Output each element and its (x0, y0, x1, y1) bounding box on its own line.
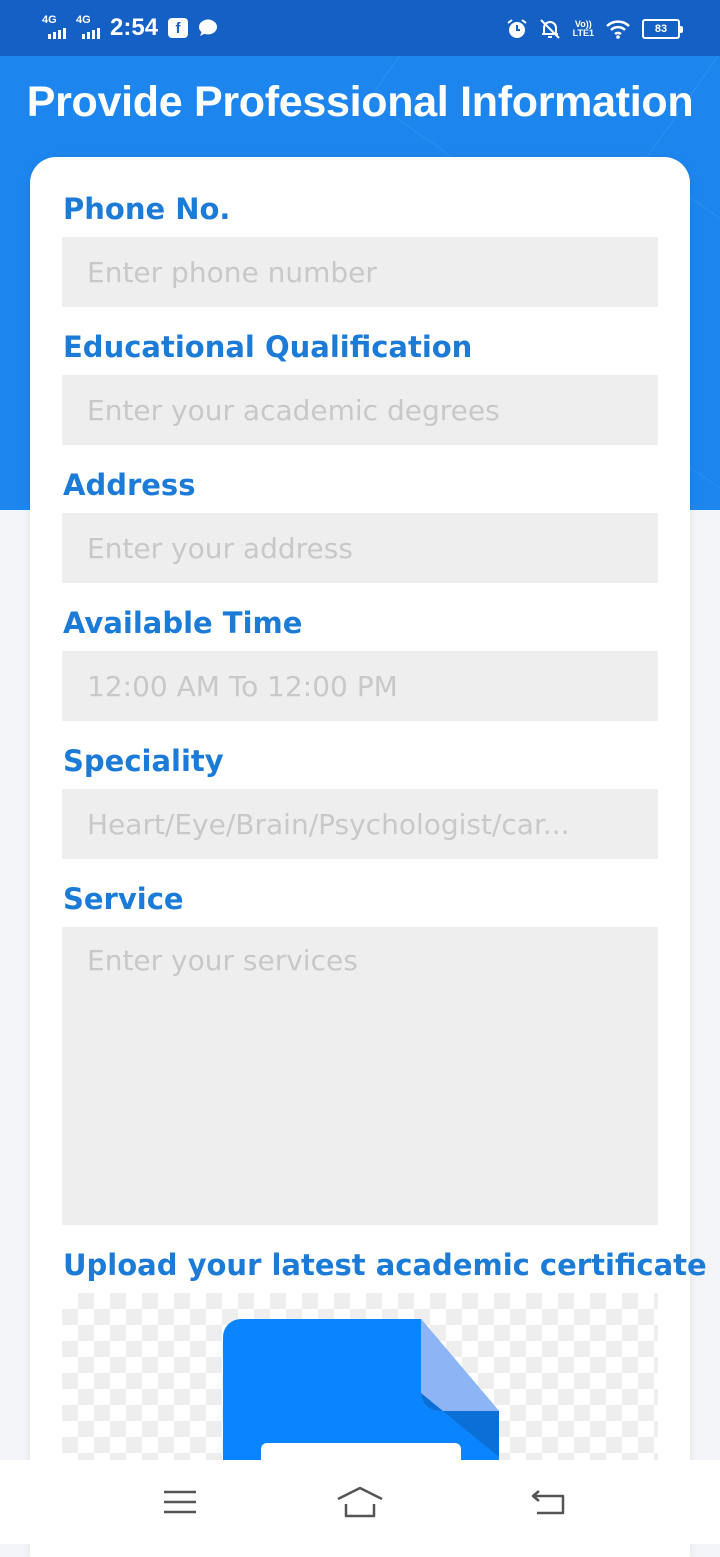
service-label: Service (63, 882, 184, 916)
message-icon (199, 19, 218, 36)
facebook-icon: f (168, 18, 189, 38)
menu-icon (164, 1490, 196, 1514)
education-input[interactable] (62, 375, 658, 445)
form-card: Phone No. Educational Qualification Addr… (30, 157, 707, 1557)
back-icon (531, 1490, 565, 1515)
address-label: Address (63, 468, 196, 502)
home-icon (337, 1486, 383, 1518)
alarm-icon (507, 19, 527, 38)
phone-input[interactable] (62, 237, 658, 307)
network-type: 4G (42, 14, 57, 26)
signal-icon: 4G (42, 14, 66, 39)
status-left: 4G 4G 2:54 f (42, 10, 218, 46)
home-button[interactable] (335, 1482, 385, 1522)
available-time-label: Available Time (63, 606, 303, 640)
available-time-input[interactable] (62, 651, 658, 721)
menu-button[interactable] (155, 1482, 205, 1522)
clock: 2:54 (110, 14, 159, 41)
phone-label: Phone No. (63, 192, 231, 226)
status-bar: 4G 4G 2:54 f Vo)) LTE1 83 (0, 0, 720, 56)
service-textarea[interactable] (62, 927, 658, 1225)
page-title: Provide Professional Information (26, 78, 694, 126)
document-upload-icon (223, 1319, 499, 1473)
certificate-label: Upload your latest academic certificate (63, 1248, 707, 1282)
network-type: 4G (76, 14, 91, 26)
speciality-input[interactable] (62, 789, 658, 859)
mute-icon (539, 19, 560, 39)
battery-icon: 83 (642, 19, 683, 39)
education-label: Educational Qualification (63, 330, 473, 364)
speciality-label: Speciality (63, 744, 224, 778)
signal-icon: 4G (76, 14, 100, 39)
system-nav-bar (0, 1460, 720, 1544)
back-button[interactable] (524, 1482, 574, 1522)
wifi-icon (606, 20, 630, 39)
status-right: Vo)) LTE1 83 (507, 12, 683, 46)
certificate-upload-area[interactable] (62, 1293, 658, 1473)
volte-icon: Vo)) LTE1 (572, 19, 594, 38)
address-input[interactable] (62, 513, 658, 583)
